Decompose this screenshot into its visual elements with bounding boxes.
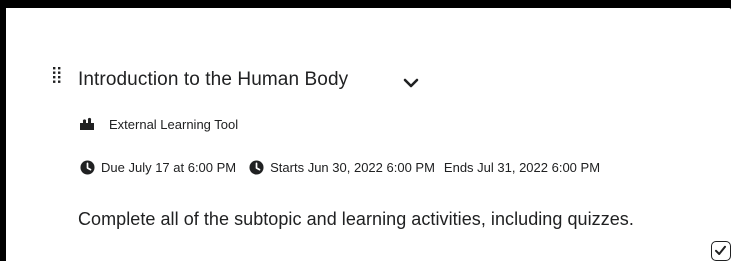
activity-description: Complete all of the subtopic and learnin…	[78, 209, 634, 229]
completion-checkbox[interactable]	[711, 241, 731, 261]
puzzle-piece-icon	[80, 117, 94, 130]
due-date: Due July 17 at 6:00 PM	[101, 159, 237, 175]
activity-title[interactable]: Introduction to the Human Body	[78, 69, 348, 91]
activity-card: Introduction to the Human Body External …	[6, 8, 731, 261]
activity-type-label: External Learning Tool	[109, 116, 239, 132]
clock-icon	[249, 159, 264, 175]
clock-icon	[80, 159, 95, 175]
activity-type: External Learning Tool	[79, 115, 238, 133]
activity-dates: Due July 17 at 6:00 PM Starts Jun 30, 20…	[80, 158, 600, 176]
drag-handle-icon[interactable]	[52, 66, 62, 84]
chevron-down-icon[interactable]	[403, 76, 419, 88]
start-date: Starts Jun 30, 2022 6:00 PM	[270, 159, 435, 175]
end-date: Ends Jul 31, 2022 6:00 PM	[443, 159, 601, 175]
checkmark-icon	[715, 245, 726, 255]
